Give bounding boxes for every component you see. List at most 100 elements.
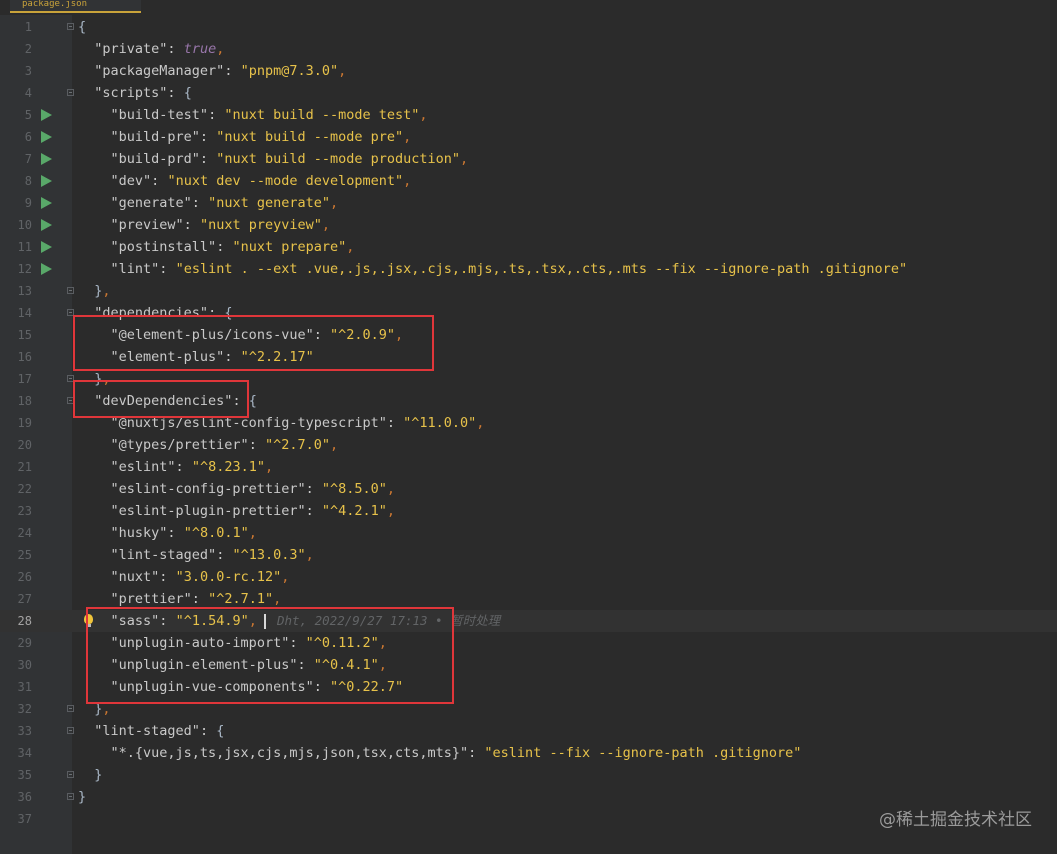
fold-marker-icon[interactable] xyxy=(67,793,74,800)
line-number: 32 xyxy=(17,702,32,716)
code-text: "dev": "nuxt dev --mode development", xyxy=(110,173,412,189)
code-text: "preview": "nuxt preyview", xyxy=(110,217,331,233)
code-line-21[interactable]: 21 "eslint": "^8.23.1", xyxy=(0,456,1057,478)
code-line-1[interactable]: 1{ xyxy=(0,16,1057,38)
code-text: "lint-staged": { xyxy=(94,723,225,739)
line-number: 30 xyxy=(17,658,32,672)
highlight-box-unplugins xyxy=(86,607,454,704)
run-triangle-icon[interactable] xyxy=(41,175,52,187)
code-line-9[interactable]: 9 "generate": "nuxt generate", xyxy=(0,192,1057,214)
line-number: 11 xyxy=(17,240,32,254)
run-triangle-icon[interactable] xyxy=(41,153,52,165)
editor-tab-bar: package.json xyxy=(0,0,1057,15)
code-line-34[interactable]: 34 "*.{vue,js,ts,jsx,cjs,mjs,json,tsx,ct… xyxy=(0,742,1057,764)
code-line-2[interactable]: 2 "private": true, xyxy=(0,38,1057,60)
code-text: } xyxy=(94,767,103,783)
code-line-33[interactable]: 33 "lint-staged": { xyxy=(0,720,1057,742)
line-number: 6 xyxy=(24,130,32,144)
code-line-6[interactable]: 6 "build-pre": "nuxt build --mode pre", xyxy=(0,126,1057,148)
line-number: 21 xyxy=(17,460,32,474)
run-triangle-icon[interactable] xyxy=(41,109,52,121)
code-text: }, xyxy=(94,283,111,299)
watermark: @稀土掘金技术社区 xyxy=(879,810,1032,830)
line-number: 33 xyxy=(17,724,32,738)
code-line-3[interactable]: 3 "packageManager": "pnpm@7.3.0", xyxy=(0,60,1057,82)
code-line-13[interactable]: 13 }, xyxy=(0,280,1057,302)
line-number: 12 xyxy=(17,262,32,276)
code-line-7[interactable]: 7 "build-prd": "nuxt build --mode produc… xyxy=(0,148,1057,170)
line-number: 18 xyxy=(17,394,32,408)
code-text: "packageManager": "pnpm@7.3.0", xyxy=(94,63,347,79)
code-text: "private": true, xyxy=(94,41,225,57)
run-triangle-icon[interactable] xyxy=(41,263,52,275)
fold-marker-icon[interactable] xyxy=(67,287,74,294)
line-number: 36 xyxy=(17,790,32,804)
line-number: 17 xyxy=(17,372,32,386)
highlight-box-dependencies xyxy=(73,315,434,371)
run-triangle-icon[interactable] xyxy=(41,241,52,253)
line-number: 10 xyxy=(17,218,32,232)
line-number: 5 xyxy=(24,108,32,122)
line-number: 34 xyxy=(17,746,32,760)
line-number: 26 xyxy=(17,570,32,584)
fold-marker-icon[interactable] xyxy=(67,89,74,96)
line-number: 25 xyxy=(17,548,32,562)
line-number: 28 xyxy=(17,614,32,628)
code-line-35[interactable]: 35 } xyxy=(0,764,1057,786)
line-number: 24 xyxy=(17,526,32,540)
line-number: 19 xyxy=(17,416,32,430)
line-number: 13 xyxy=(17,284,32,298)
code-line-4[interactable]: 4 "scripts": { xyxy=(0,82,1057,104)
code-line-20[interactable]: 20 "@types/prettier": "^2.7.0", xyxy=(0,434,1057,456)
editor-tab-package-json[interactable]: package.json xyxy=(10,0,141,13)
fold-marker-icon[interactable] xyxy=(67,771,74,778)
code-line-23[interactable]: 23 "eslint-plugin-prettier": "^4.2.1", xyxy=(0,500,1057,522)
code-text: "lint-staged": "^13.0.3", xyxy=(110,547,314,563)
line-number: 1 xyxy=(24,20,32,34)
code-text: } xyxy=(78,789,87,805)
highlight-box-devdependencies-key xyxy=(73,380,249,418)
code-text: "postinstall": "nuxt prepare", xyxy=(110,239,355,255)
code-line-12[interactable]: 12 "lint": "eslint . --ext .vue,.js,.jsx… xyxy=(0,258,1057,280)
line-number: 35 xyxy=(17,768,32,782)
code-text: "*.{vue,js,ts,jsx,cjs,mjs,json,tsx,cts,m… xyxy=(110,745,802,761)
code-line-8[interactable]: 8 "dev": "nuxt dev --mode development", xyxy=(0,170,1057,192)
code-text: "eslint-config-prettier": "^8.5.0", xyxy=(110,481,396,497)
code-line-24[interactable]: 24 "husky": "^8.0.1", xyxy=(0,522,1057,544)
line-number: 2 xyxy=(24,42,32,56)
line-number: 14 xyxy=(17,306,32,320)
code-text: "eslint": "^8.23.1", xyxy=(110,459,274,475)
line-number: 22 xyxy=(17,482,32,496)
line-number: 16 xyxy=(17,350,32,364)
code-text: "eslint-plugin-prettier": "^4.2.1", xyxy=(110,503,396,519)
code-line-5[interactable]: 5 "build-test": "nuxt build --mode test"… xyxy=(0,104,1057,126)
fold-marker-icon[interactable] xyxy=(67,23,74,30)
code-text: "build-test": "nuxt build --mode test", xyxy=(110,107,428,123)
code-text: { xyxy=(78,19,87,35)
run-triangle-icon[interactable] xyxy=(41,131,52,143)
code-line-22[interactable]: 22 "eslint-config-prettier": "^8.5.0", xyxy=(0,478,1057,500)
code-text: "scripts": { xyxy=(94,85,192,101)
code-text: "nuxt": "3.0.0-rc.12", xyxy=(110,569,290,585)
code-text: "build-prd": "nuxt build --mode producti… xyxy=(110,151,469,167)
code-text: "lint": "eslint . --ext .vue,.js,.jsx,.c… xyxy=(110,261,908,277)
line-number: 20 xyxy=(17,438,32,452)
fold-marker-icon[interactable] xyxy=(67,727,74,734)
line-number: 27 xyxy=(17,592,32,606)
run-triangle-icon[interactable] xyxy=(41,197,52,209)
code-text: "husky": "^8.0.1", xyxy=(110,525,257,541)
code-line-26[interactable]: 26 "nuxt": "3.0.0-rc.12", xyxy=(0,566,1057,588)
run-triangle-icon[interactable] xyxy=(41,219,52,231)
code-line-25[interactable]: 25 "lint-staged": "^13.0.3", xyxy=(0,544,1057,566)
line-number: 29 xyxy=(17,636,32,650)
code-text: "generate": "nuxt generate", xyxy=(110,195,339,211)
line-number: 8 xyxy=(24,174,32,188)
code-line-10[interactable]: 10 "preview": "nuxt preyview", xyxy=(0,214,1057,236)
line-number: 31 xyxy=(17,680,32,694)
line-number: 3 xyxy=(24,64,32,78)
fold-marker-icon[interactable] xyxy=(67,705,74,712)
code-text: "build-pre": "nuxt build --mode pre", xyxy=(110,129,412,145)
line-number: 37 xyxy=(17,812,32,826)
code-text: "@types/prettier": "^2.7.0", xyxy=(110,437,339,453)
code-line-11[interactable]: 11 "postinstall": "nuxt prepare", xyxy=(0,236,1057,258)
